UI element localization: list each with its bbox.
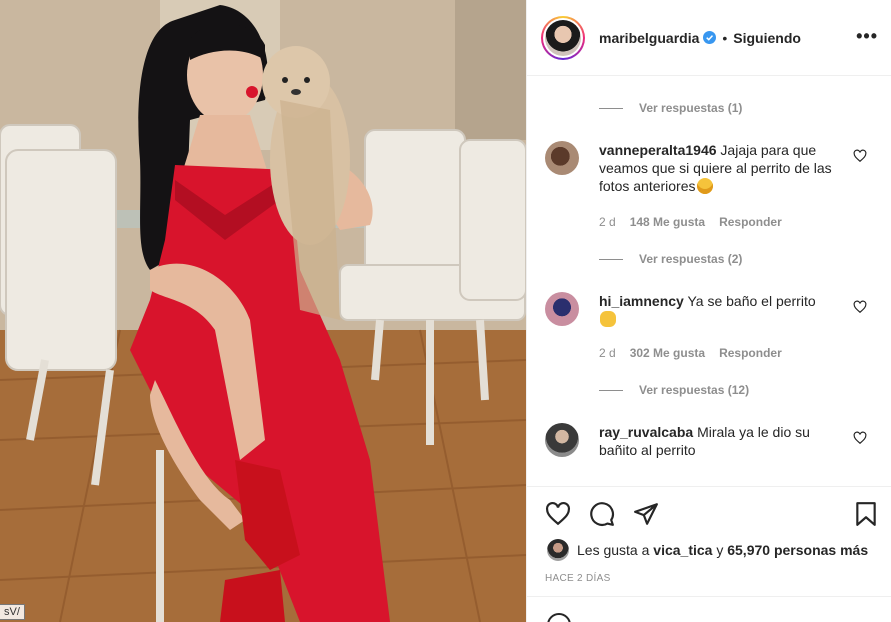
share-icon[interactable] bbox=[633, 501, 659, 527]
likes-prefix: Les gusta a bbox=[577, 542, 650, 558]
post-photo[interactable]: sV/ bbox=[0, 0, 526, 622]
reply-button[interactable]: Responder bbox=[719, 215, 782, 229]
photo-illustration bbox=[0, 0, 526, 622]
comment-username[interactable]: vanneperalta1946 bbox=[599, 142, 717, 158]
view-replies-label: Ver respuestas (1) bbox=[639, 101, 743, 115]
view-replies-button[interactable]: Ver respuestas (1) bbox=[599, 101, 742, 115]
avatar-image bbox=[545, 19, 581, 56]
comment-username[interactable]: ray_ruvalcaba bbox=[599, 424, 693, 440]
comment-username[interactable]: hi_iamnency bbox=[599, 293, 684, 309]
add-comment-bar bbox=[527, 596, 891, 622]
view-replies-label: Ver respuestas (2) bbox=[639, 252, 743, 266]
comment-body: hi_iamnency Ya se baño el perrito bbox=[599, 292, 845, 328]
comment-like-heart-icon[interactable] bbox=[853, 149, 867, 163]
comment-meta: 2 d 302 Me gusta Responder bbox=[599, 346, 782, 360]
comment-like-heart-icon[interactable] bbox=[853, 300, 867, 314]
comment-avatar[interactable] bbox=[545, 292, 579, 326]
reply-button[interactable]: Responder bbox=[719, 346, 782, 360]
post-author-username[interactable]: maribelguardia bbox=[599, 30, 699, 46]
comment-body: ray_ruvalcaba Mirala ya le dio su bañito… bbox=[599, 423, 845, 459]
comment-likes[interactable]: 148 Me gusta bbox=[630, 215, 705, 229]
heart-icon[interactable] bbox=[545, 501, 571, 527]
post-sidebar: maribelguardia • Siguiendo ••• Ver respu… bbox=[526, 0, 891, 622]
view-replies-label: Ver respuestas (12) bbox=[639, 383, 750, 397]
comment-like-heart-icon[interactable] bbox=[853, 431, 867, 445]
comment-icon[interactable] bbox=[589, 501, 615, 527]
separator-dot: • bbox=[722, 29, 728, 46]
post-actions: Les gusta a vica_tica y 65,970 personas … bbox=[527, 486, 891, 596]
replies-line bbox=[599, 258, 623, 260]
comment-body: vanneperalta1946 Jajaja para que veamos … bbox=[599, 141, 845, 195]
view-replies-button[interactable]: Ver respuestas (12) bbox=[599, 383, 749, 397]
replies-line bbox=[599, 107, 623, 109]
grinning-sweat-emoji bbox=[696, 178, 713, 194]
comment-age: 2 d bbox=[599, 215, 616, 229]
comment-likes[interactable]: 302 Me gusta bbox=[630, 346, 705, 360]
avatar-inner bbox=[543, 17, 583, 58]
comment-meta: 2 d 148 Me gusta Responder bbox=[599, 215, 782, 229]
view-replies-button[interactable]: Ver respuestas (2) bbox=[599, 252, 742, 266]
comments-list[interactable]: Ver respuestas (1) vanneperalta1946 Jaja… bbox=[527, 77, 891, 485]
avatar[interactable] bbox=[541, 15, 585, 60]
comment-age: 2 d bbox=[599, 346, 616, 360]
likes-summary[interactable]: Les gusta a vica_tica y 65,970 personas … bbox=[547, 539, 868, 561]
photo-corner-tag: sV/ bbox=[0, 604, 25, 620]
comment-text: Ya se baño el perrito bbox=[687, 293, 816, 309]
bookmark-icon[interactable] bbox=[853, 501, 879, 527]
likes-count[interactable]: 65,970 personas más bbox=[727, 542, 868, 558]
comment-avatar[interactable] bbox=[545, 423, 579, 457]
likes-and: y bbox=[716, 542, 724, 558]
liker-username[interactable]: vica_tica bbox=[653, 542, 712, 558]
post-timestamp[interactable]: HACE 2 DÍAS bbox=[545, 573, 611, 584]
liker-avatar bbox=[547, 539, 569, 561]
clapping-hands-emoji bbox=[600, 311, 616, 327]
verified-badge-icon bbox=[703, 31, 717, 44]
following-button[interactable]: Siguiendo bbox=[733, 30, 801, 46]
post-header: maribelguardia • Siguiendo ••• bbox=[527, 0, 891, 76]
emoji-icon[interactable] bbox=[547, 613, 571, 622]
more-options-icon[interactable]: ••• bbox=[856, 27, 878, 45]
comment-avatar[interactable] bbox=[545, 141, 579, 175]
replies-line bbox=[599, 389, 623, 391]
